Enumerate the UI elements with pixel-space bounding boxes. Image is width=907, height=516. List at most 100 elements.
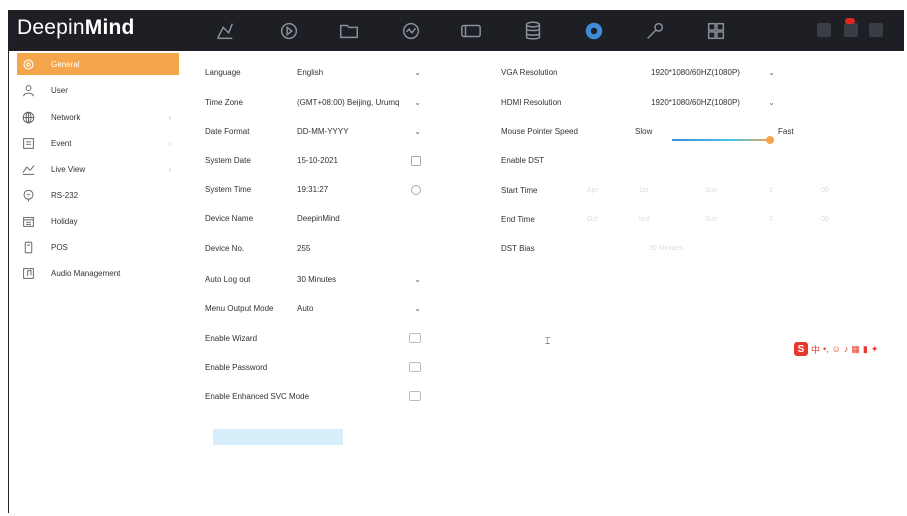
start-day-select[interactable]: Sun — [705, 187, 717, 194]
alarm-icon[interactable] — [844, 23, 858, 37]
storage-icon[interactable] — [521, 19, 545, 43]
download-icon[interactable] — [817, 23, 831, 37]
sidebar-item-label: Network — [51, 112, 81, 122]
start-hour-select[interactable]: 2 — [769, 187, 773, 194]
sidebar-item-label: Audio Management — [51, 268, 121, 278]
sidebar-item-live-view[interactable]: Live View › — [17, 158, 179, 180]
language-select[interactable]: English ⌄ — [297, 67, 421, 81]
playback-icon[interactable] — [277, 19, 301, 43]
sidebar-item-label: Live View — [51, 164, 86, 174]
mouse-speed-slider[interactable] — [672, 139, 772, 141]
hdmi-resolution-select[interactable]: 1920*1080/60HZ(1080P) ⌄ — [651, 97, 775, 111]
dst-bias-select[interactable]: 30 Minutes — [649, 245, 683, 252]
chevron-down-icon: ⌄ — [768, 68, 775, 77]
sidebar-item-label: Holiday — [51, 216, 78, 226]
file-icon[interactable] — [337, 19, 361, 43]
time-zone-label: Time Zone — [205, 98, 243, 107]
enable-dst-label: Enable DST — [501, 156, 545, 165]
sidebar-item-holiday[interactable]: Holiday — [17, 210, 179, 232]
language-value: English — [297, 68, 324, 77]
sidebar-item-general[interactable]: General — [17, 53, 179, 75]
chevron-right-icon: › — [168, 164, 171, 174]
system-time-field[interactable]: 19:31:27 — [297, 185, 328, 194]
clock-icon[interactable] — [411, 185, 421, 195]
dst-bias-label: DST Bias — [501, 244, 535, 253]
sidebar-item-network[interactable]: Network › — [17, 106, 179, 128]
enable-svc-checkbox[interactable] — [409, 391, 421, 401]
live-view-icon — [21, 162, 35, 176]
device-no-label: Device No. — [205, 244, 245, 253]
serial-icon — [21, 188, 35, 202]
sidebar-item-rs-232[interactable]: RS-232 — [17, 184, 179, 206]
maintenance-icon[interactable] — [643, 19, 667, 43]
start-minute-select[interactable]: 00 — [821, 187, 829, 194]
time-zone-select[interactable]: (GMT+08:00) Beijing, Urumq ⌄ — [297, 97, 421, 111]
ime-skin-icon: ▮ — [862, 343, 868, 354]
chevron-down-icon: ⌄ — [414, 98, 421, 107]
smart-icon[interactable] — [399, 19, 423, 43]
settings-icon[interactable] — [582, 19, 606, 43]
sidebar-item-audio-management[interactable]: Audio Management — [17, 262, 179, 284]
sidebar-item-user[interactable]: User — [17, 79, 179, 101]
auto-logout-label: Auto Log out — [205, 275, 251, 284]
sidebar-item-event[interactable]: Event › — [17, 132, 179, 154]
language-label: Language — [205, 68, 241, 77]
start-month-select[interactable]: Apr — [587, 187, 598, 194]
sidebar-item-label: POS — [51, 242, 68, 252]
enable-svc-label: Enable Enhanced SVC Mode — [205, 392, 310, 401]
date-format-select[interactable]: DD-MM-YYYY ⌄ — [297, 126, 421, 140]
menu-output-mode-select[interactable]: Auto ⌄ — [297, 303, 421, 317]
sidebar-item-label: User — [51, 85, 68, 95]
system-date-label: System Date — [205, 156, 251, 165]
gear-icon — [21, 57, 35, 71]
end-time-label: End Time — [501, 215, 535, 224]
enable-wizard-label: Enable Wizard — [205, 334, 258, 343]
device-name-input[interactable]: DeepinMind — [297, 214, 340, 223]
brand-logo: DeepinMind — [17, 16, 135, 39]
vga-resolution-select[interactable]: 1920*1080/60HZ(1080P) ⌄ — [651, 67, 775, 81]
ime-toolbar[interactable]: S 中 •, ☺ ♪ ▦ ▮ ✦ — [794, 342, 878, 356]
mouse-speed-label: Mouse Pointer Speed — [501, 127, 578, 136]
auto-logout-select[interactable]: 30 Minutes ⌄ — [297, 274, 421, 288]
end-minute-select[interactable]: 00 — [821, 216, 829, 223]
ime-keyboard-icon: ▦ — [851, 343, 860, 354]
date-format-label: Date Format — [205, 127, 250, 136]
chevron-down-icon: ⌄ — [414, 275, 421, 284]
system-date-field[interactable]: 15-10-2021 — [297, 156, 338, 165]
mouse-speed-fast: Fast — [778, 127, 794, 136]
mouse-cursor-icon: ⌶ — [545, 336, 551, 346]
end-month-select[interactable]: Oct — [587, 216, 598, 223]
device-no-input[interactable]: 255 — [297, 244, 310, 253]
apply-button[interactable] — [213, 429, 343, 445]
ime-emoji-icon: ☺ — [831, 344, 841, 354]
user-icon — [21, 83, 35, 97]
apps-icon[interactable] — [704, 19, 728, 43]
ime-logo-icon: S — [794, 342, 808, 356]
end-day-select[interactable]: Sun — [705, 216, 717, 223]
enable-wizard-checkbox[interactable] — [409, 333, 421, 343]
live-view-icon[interactable] — [213, 19, 237, 43]
globe-icon — [21, 110, 35, 124]
menu-output-mode-label: Menu Output Mode — [205, 304, 274, 313]
calendar-icon[interactable] — [411, 156, 421, 166]
start-week-select[interactable]: 1st — [639, 187, 648, 194]
enable-password-checkbox[interactable] — [409, 362, 421, 372]
date-format-value: DD-MM-YYYY — [297, 127, 349, 136]
chevron-down-icon: ⌄ — [414, 68, 421, 77]
ime-mic-icon: ♪ — [843, 344, 849, 354]
ime-mode-label: 中 — [811, 344, 821, 355]
camera-icon[interactable] — [459, 19, 483, 43]
end-week-select[interactable]: last — [639, 216, 650, 223]
sidebar-item-pos[interactable]: POS — [17, 236, 179, 258]
enable-password-label: Enable Password — [205, 363, 268, 372]
app-window: DeepinMind General User Network › Event … — [8, 10, 904, 513]
time-zone-value: (GMT+08:00) Beijing, Urumq — [297, 98, 400, 107]
sidebar-item-label: Event — [51, 138, 72, 148]
chevron-down-icon: ⌄ — [414, 304, 421, 313]
event-icon — [21, 136, 35, 150]
pos-icon — [21, 240, 35, 254]
user-menu-icon[interactable] — [869, 23, 883, 37]
slider-handle[interactable] — [766, 136, 774, 144]
end-hour-select[interactable]: 2 — [769, 216, 773, 223]
audio-icon — [21, 266, 35, 280]
